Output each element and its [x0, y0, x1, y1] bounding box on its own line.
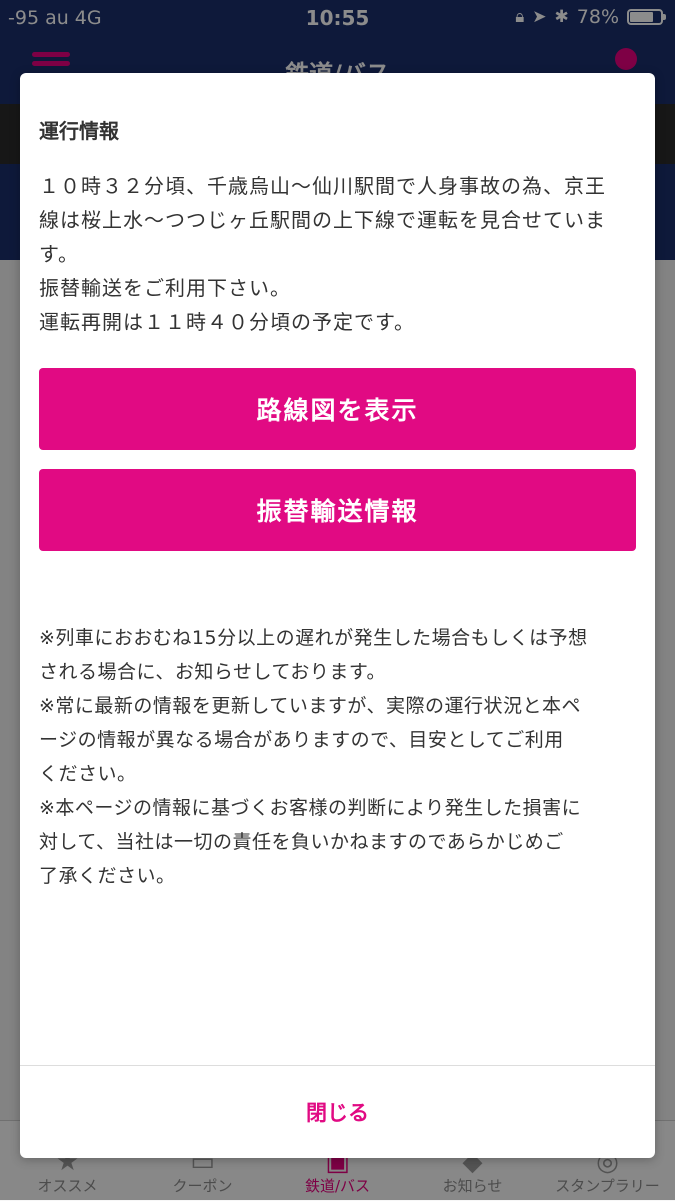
close-button[interactable]: 閉じる: [20, 1066, 655, 1158]
note-line: 了承ください。: [39, 865, 176, 887]
transfer-info-button[interactable]: 振替輸送情報: [39, 469, 636, 551]
message-line: 線は桜上水〜つつじヶ丘駅間の上下線で運転を見合せていま: [39, 208, 606, 232]
show-route-map-button[interactable]: 路線図を表示: [39, 368, 636, 450]
note-line: される場合に、お知らせしております。: [39, 661, 387, 683]
message-line: １０時３２分頃、千歳烏山〜仙川駅間で人身事故の為、京王: [39, 174, 606, 198]
dialog-title: 運行情報: [39, 119, 119, 143]
note-line: ください。: [39, 763, 137, 785]
note-line: ※常に最新の情報を更新していますが、実際の運行状況と本ペ: [39, 695, 581, 717]
dialog-message: １０時３２分頃、千歳烏山〜仙川駅間で人身事故の為、京王 線は桜上水〜つつじヶ丘駅…: [39, 169, 639, 339]
dialog-notes: ※列車におおむね15分以上の遅れが発生した場合もしくは予想 される場合に、お知ら…: [39, 621, 639, 893]
message-line: 運転再開は１１時４０分頃の予定です。: [39, 310, 415, 334]
operation-info-dialog: 運行情報 １０時３２分頃、千歳烏山〜仙川駅間で人身事故の為、京王 線は桜上水〜つ…: [20, 73, 655, 1158]
note-line: 対して、当社は一切の責任を負いかねますのであらかじめご: [39, 831, 564, 853]
message-line: 振替輸送をご利用下さい。: [39, 276, 291, 300]
note-line: ージの情報が異なる場合がありますので、目安としてご利用: [39, 729, 564, 751]
note-line: ※列車におおむね15分以上の遅れが発生した場合もしくは予想: [39, 627, 588, 649]
dialog-footer: 閉じる: [20, 1065, 655, 1158]
message-line: す。: [39, 242, 79, 266]
note-line: ※本ページの情報に基づくお客様の判断により発生した損害に: [39, 797, 582, 819]
